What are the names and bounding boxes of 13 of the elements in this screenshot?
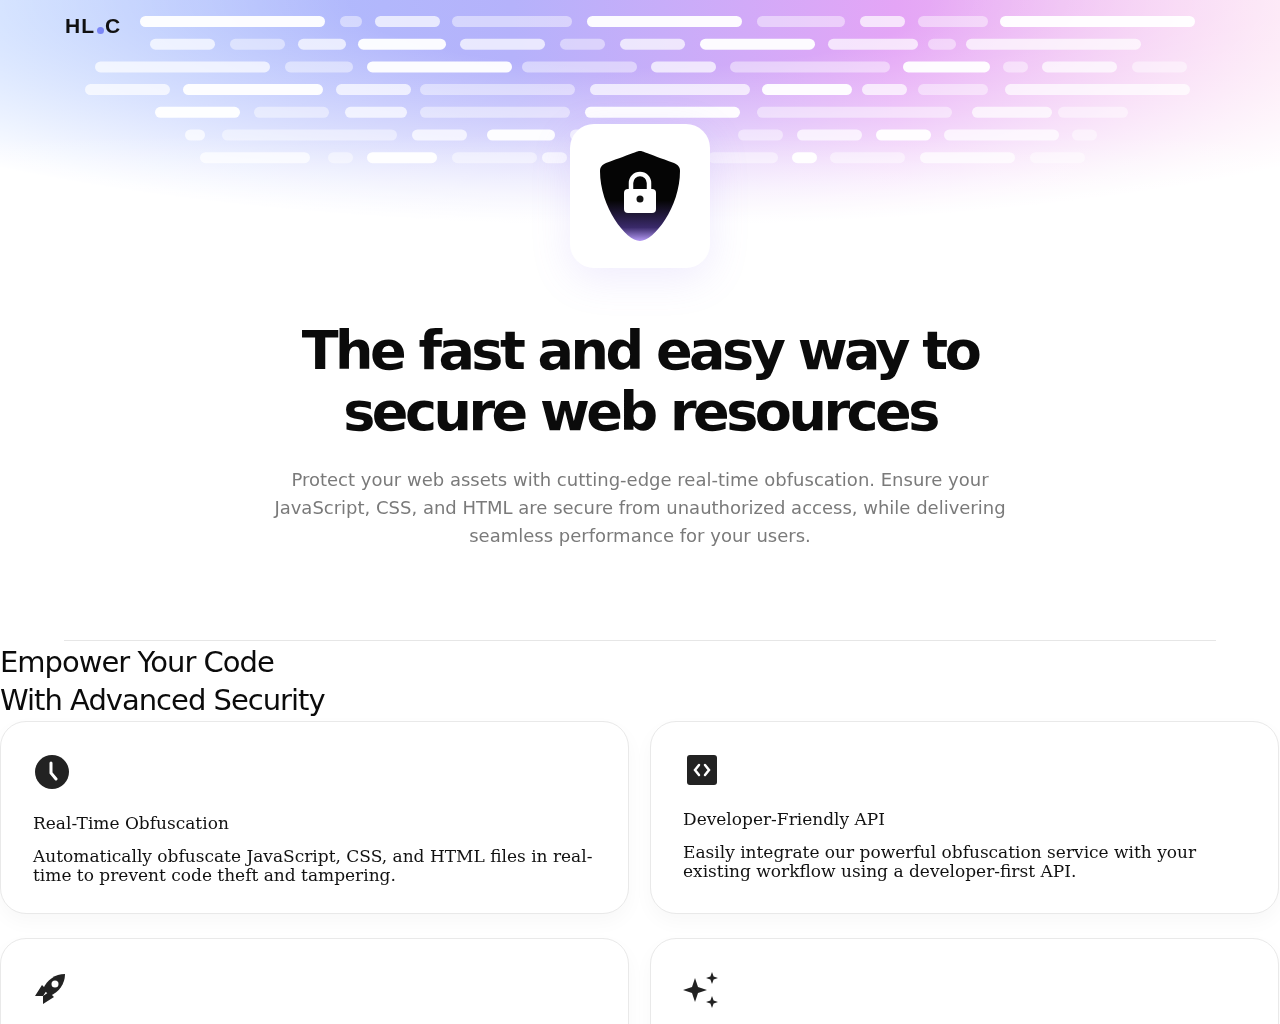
feature-title: Developer-Friendly API	[683, 809, 886, 829]
shield-lock-icon	[600, 149, 680, 243]
feature-title: Real-Time Obfuscation	[33, 813, 230, 833]
logo[interactable]: HL C	[65, 14, 122, 38]
sparkles-icon	[683, 972, 719, 1008]
feature-description: Easily integrate our powerful obfuscation service with your existing workflow using a developer-first API.	[683, 843, 1198, 881]
section-heading: Empower Your Code With Advanced Security	[0, 644, 326, 719]
feature-description: Automatically obfuscate JavaScript, CSS, and HTML files in real-time to prevent code theft and tampering.	[33, 847, 594, 885]
hero-title: The fast and easy way to secure web resources	[300, 320, 980, 442]
clock-icon	[35, 755, 69, 789]
code-icon	[687, 755, 717, 785]
rocket-icon	[33, 972, 67, 1006]
hero-subtitle: Protect your web assets with cutting-edge real-time obfuscation. Ensure your JavaScript, CSS, and HTML are secure from unauthorized access, while delivering seamless performance for your users.	[272, 468, 1007, 548]
